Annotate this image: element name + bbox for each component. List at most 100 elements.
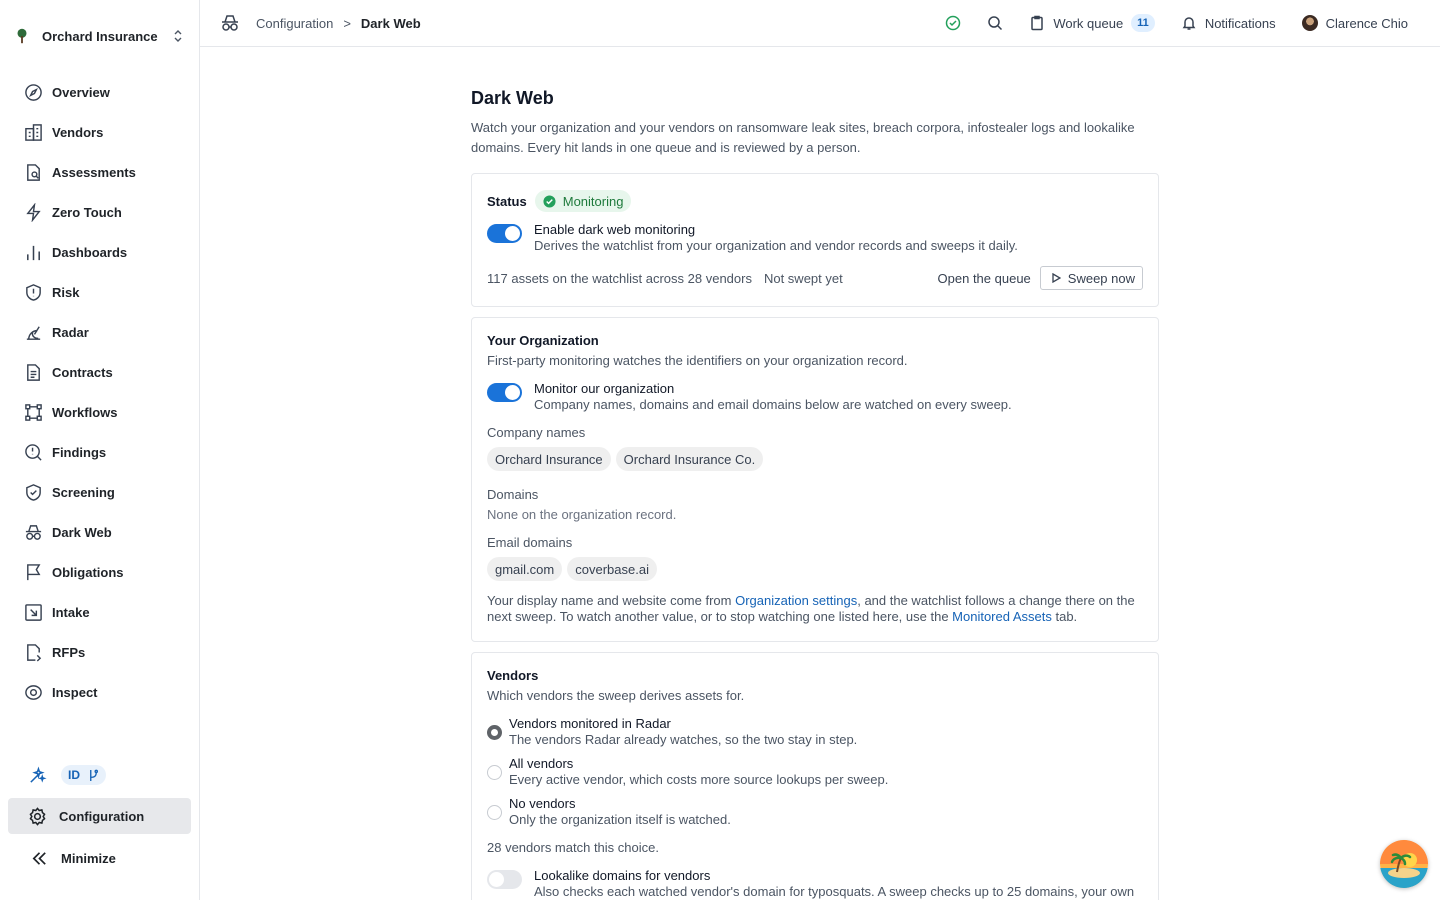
sidebar-item-overview[interactable]: Overview (16, 72, 188, 112)
sidebar-item-obligations[interactable]: Obligations (16, 552, 188, 592)
assistant-launcher[interactable] (1380, 840, 1428, 888)
sidebar-item-vendors[interactable]: Vendors (16, 112, 188, 152)
company-names-list: Orchard Insurance Orchard Insurance Co. (487, 447, 1143, 471)
vendor-option-all[interactable]: All vendors Every active vendor, which c… (487, 756, 1143, 796)
radio-button-selected[interactable] (487, 725, 502, 740)
work-queue-label: Work queue (1053, 15, 1124, 31)
sidebar-item-contracts[interactable]: Contracts (16, 352, 188, 392)
incognito-icon (222, 15, 238, 31)
bar-chart-icon (27, 245, 40, 260)
enable-monitoring-description: Derives the watchlist from your organiza… (534, 238, 1018, 253)
status-card: Status Monitoring Enable dark web monito… (471, 173, 1159, 307)
monitored-assets-link[interactable]: Monitored Assets (952, 609, 1052, 624)
sidebar-item-label: Contracts (52, 364, 113, 380)
vendor-option-radar[interactable]: Vendors monitored in Radar The vendors R… (487, 716, 1143, 756)
document-search-icon (27, 163, 40, 181)
breadcrumb-parent[interactable]: Configuration (256, 16, 333, 31)
contract-icon (27, 363, 40, 381)
organization-card: Your Organization First-party monitoring… (471, 317, 1159, 642)
sidebar-item-dark-web[interactable]: Dark Web (16, 512, 188, 552)
vendor-option-none[interactable]: No vendors Only the organization itself … (487, 796, 1143, 836)
company-name-chip: Orchard Insurance Co. (615, 447, 764, 471)
id-badge[interactable]: ID (61, 765, 106, 785)
page-description: Watch your organization and your vendors… (471, 120, 1135, 155)
magic-wand-icon[interactable] (28, 765, 47, 785)
search-button[interactable] (987, 15, 1003, 31)
sidebar-item-radar[interactable]: Radar (16, 312, 188, 352)
user-menu[interactable]: Clarence Chio (1301, 15, 1408, 31)
sidebar-item-label: Inspect (52, 684, 98, 700)
sweep-info: Not swept yet (763, 270, 843, 286)
monitor-organization-description: Company names, domains and email domains… (534, 397, 1012, 412)
sidebar-item-label: Intake (52, 604, 90, 620)
sidebar-item-label: Overview (52, 84, 110, 100)
sidebar-item-risk[interactable]: Risk (16, 272, 188, 312)
magnifier-alert-icon (25, 443, 42, 461)
monitor-organization-title: Monitor our organization (534, 381, 675, 396)
building-icon (25, 123, 42, 141)
sidebar-item-label: Risk (52, 284, 80, 300)
email-domains-label: Email domains (487, 535, 573, 550)
open-queue-link[interactable]: Open the queue (938, 271, 1031, 286)
lightning-icon (26, 202, 41, 222)
sweep-now-button[interactable]: Sweep now (1039, 266, 1143, 290)
sidebar-item-label: Dashboards (52, 244, 128, 260)
vendor-scope-radio-group: Vendors monitored in Radar The vendors R… (487, 716, 1143, 836)
email-domains-list: gmail.com coverbase.ai (487, 557, 1143, 581)
topbar: Configuration > Dark Web Work queue 11 N… (200, 0, 1440, 47)
tree-logo-icon (12, 26, 32, 46)
lookalike-domains-toggle[interactable] (487, 870, 522, 889)
gear-icon (29, 806, 46, 826)
sidebar-item-workflows[interactable]: Workflows (16, 392, 188, 432)
vendor-option-title: Vendors monitored in Radar (509, 716, 671, 731)
monitor-organization-toggle[interactable] (487, 383, 522, 402)
organization-settings-link[interactable]: Organization settings (735, 593, 857, 608)
work-queue-count: 11 (1131, 14, 1155, 32)
enable-monitoring-toggle[interactable] (487, 224, 522, 243)
sidebar-item-inspect[interactable]: Inspect (16, 672, 188, 712)
note-text: tab. (1051, 609, 1078, 624)
sidebar-nav: Overview Vendors Assessments Zero Touch … (16, 72, 188, 712)
notifications-button[interactable]: Notifications (1181, 15, 1276, 31)
compass-icon (25, 83, 42, 101)
sidebar: Orchard Insurance Overview Vendors Asses… (0, 0, 200, 900)
work-queue-button[interactable]: Work queue 11 (1029, 14, 1155, 32)
sidebar-item-screening[interactable]: Screening (16, 472, 188, 512)
radio-button[interactable] (487, 805, 502, 820)
incognito-icon (25, 524, 42, 540)
page-title: Dark Web (471, 88, 554, 108)
shield-check-icon (26, 483, 41, 501)
topbar-actions: Work queue 11 Notifications Clarence Chi… (919, 0, 1408, 46)
vendor-option-title: All vendors (509, 756, 574, 771)
vendor-match-count: 28 vendors match this choice. (487, 840, 659, 855)
sidebar-configuration[interactable]: Configuration (8, 798, 191, 834)
sidebar-minimize[interactable]: Minimize (8, 840, 191, 876)
radio-button[interactable] (487, 765, 502, 780)
main-content: Dark Web Watch your organization and you… (471, 88, 1159, 900)
inbox-arrow-icon (25, 603, 42, 621)
id-badge-label: ID (68, 768, 80, 782)
sidebar-item-dashboards[interactable]: Dashboards (16, 232, 188, 272)
email-domain-chip: gmail.com (487, 557, 563, 581)
org-switcher[interactable]: Orchard Insurance (12, 22, 188, 50)
sidebar-minimize-label: Minimize (61, 850, 116, 866)
org-name: Orchard Insurance (42, 28, 158, 44)
sidebar-item-zero-touch[interactable]: Zero Touch (16, 192, 188, 232)
sidebar-item-label: Screening (52, 484, 115, 500)
organization-subtitle: First-party monitoring watches the ident… (487, 353, 908, 368)
domains-label: Domains (487, 487, 539, 502)
sidebar-item-rfps[interactable]: RFPs (16, 632, 188, 672)
eye-icon (25, 684, 42, 700)
sidebar-item-assessments[interactable]: Assessments (16, 152, 188, 192)
sidebar-item-label: Findings (52, 444, 107, 460)
email-domain-chip: coverbase.ai (567, 557, 657, 581)
lookalike-domains-title: Lookalike domains for vendors (534, 868, 711, 883)
shield-alert-icon (26, 283, 41, 301)
sidebar-item-findings[interactable]: Findings (16, 432, 188, 472)
status-label: Status (487, 193, 527, 209)
radar-icon (26, 325, 41, 340)
system-status[interactable] (945, 15, 961, 31)
organization-note: Your display name and website come from … (487, 593, 1143, 625)
sidebar-item-intake[interactable]: Intake (16, 592, 188, 632)
document-pen-icon (27, 643, 42, 662)
